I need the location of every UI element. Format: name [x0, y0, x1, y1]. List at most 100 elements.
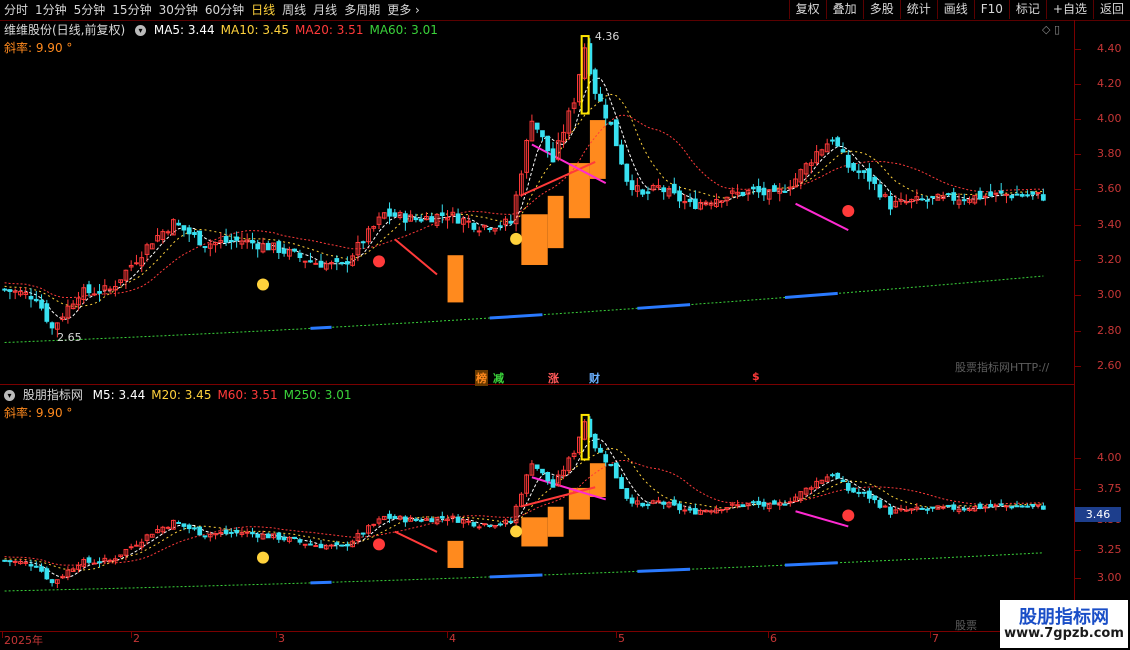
signal-icon	[842, 509, 855, 522]
ma60-highlight	[489, 573, 543, 579]
toolbar-button[interactable]: 复权	[788, 0, 826, 19]
candle-body	[466, 520, 471, 523]
candle-body	[297, 539, 303, 543]
candle-body	[603, 454, 609, 463]
candle-body	[403, 213, 408, 223]
candle-body	[998, 190, 1004, 194]
candle-body	[1030, 191, 1036, 195]
candle-body	[202, 246, 208, 249]
trend-segment	[795, 202, 849, 232]
candle-body	[508, 220, 514, 224]
period-tab[interactable]: 1分钟	[35, 2, 67, 18]
trend-segment	[795, 510, 849, 528]
candle-body	[176, 222, 181, 226]
candle-body	[360, 532, 366, 535]
toolbar-button[interactable]: 标记	[1008, 0, 1046, 19]
candle-body	[877, 499, 883, 508]
period-tab[interactable]: 日线	[251, 2, 275, 18]
candle-body	[629, 180, 635, 191]
candle-body	[329, 544, 334, 547]
candle-body	[1041, 194, 1046, 201]
trend-segment	[394, 238, 438, 276]
candle-body	[7, 289, 13, 292]
y-tick	[1075, 578, 1081, 579]
candle-body	[898, 508, 904, 511]
y-tick-label: 3.00	[1097, 288, 1122, 301]
period-tab[interactable]: 更多 ›	[387, 2, 420, 18]
toolbar-button[interactable]: 返回	[1092, 0, 1130, 19]
candle-body	[1035, 504, 1041, 507]
period-tab[interactable]: 分时	[4, 2, 28, 18]
support-bar	[589, 463, 606, 498]
candle-body	[165, 526, 171, 529]
candlestick-chart[interactable]: 4.36 2.65	[0, 20, 1074, 632]
signal-marker: $	[752, 370, 760, 383]
candle-body	[91, 562, 97, 565]
candle-body	[629, 497, 635, 504]
toolbar-button[interactable]: F10	[973, 0, 1009, 19]
candle-body	[281, 536, 287, 541]
candle-body	[888, 195, 893, 210]
y-tick	[1075, 550, 1081, 551]
candle-body	[33, 565, 39, 568]
candle-body	[223, 236, 229, 243]
period-tab[interactable]: 15分钟	[112, 2, 151, 18]
candle-body	[334, 258, 340, 263]
candle-body	[1030, 503, 1036, 507]
y-tick-label: 4.20	[1097, 77, 1122, 90]
signal-icon	[257, 551, 269, 564]
period-tabs: 分时 1分钟 5分钟 15分钟 30分钟 60分钟 日线 周线 月线 多周期 更多 ›	[4, 2, 427, 18]
signal-icon	[510, 525, 523, 538]
period-tab[interactable]: 月线	[313, 2, 337, 18]
x-tick-label: 2	[133, 632, 140, 645]
candle-body	[603, 104, 609, 119]
candle-body	[455, 213, 461, 224]
candle-body	[946, 193, 951, 196]
candle-body	[1019, 505, 1025, 508]
support-bar	[589, 120, 606, 179]
candle-body	[128, 546, 134, 549]
candle-body	[1009, 195, 1015, 199]
toolbar-button[interactable]: 多股	[862, 0, 900, 19]
candle-body	[387, 208, 392, 217]
toolbar-button[interactable]: +自选	[1045, 0, 1093, 19]
period-tab[interactable]: 周线	[282, 2, 306, 18]
toolbar-button[interactable]: 画线	[936, 0, 974, 19]
toolbar-button[interactable]: 统计	[899, 0, 937, 19]
candle-body	[403, 516, 408, 523]
candle-body	[508, 520, 514, 523]
candle-body	[861, 170, 867, 173]
candle-body	[7, 560, 13, 563]
y-tick-label: 3.20	[1097, 253, 1122, 266]
period-tab[interactable]: 60分钟	[205, 2, 244, 18]
candle-body	[961, 508, 967, 511]
candle-body	[840, 479, 846, 483]
action-buttons: 复权 叠加 多股 统计 画线 F10 标记 +自选 返回	[788, 0, 1130, 19]
candle-body	[265, 242, 271, 251]
toolbar-button[interactable]: 叠加	[825, 0, 863, 19]
candle-body	[44, 568, 50, 580]
candle-body	[134, 262, 139, 265]
candle-body	[466, 220, 471, 223]
candle-body	[181, 523, 187, 527]
y-tick-label: 3.60	[1097, 182, 1122, 195]
candle-body	[677, 503, 682, 511]
candle-body	[888, 506, 893, 515]
candle-body	[418, 218, 424, 222]
support-bar	[547, 506, 564, 537]
candle-body	[345, 261, 350, 265]
period-tab[interactable]: 30分钟	[159, 2, 198, 18]
ma60-line	[4, 275, 1044, 343]
candle-body	[619, 144, 624, 165]
candle-body	[107, 288, 113, 291]
candle-body	[661, 187, 667, 193]
candle-body	[487, 227, 493, 230]
candle-body	[455, 516, 461, 523]
period-tab[interactable]: 多周期	[344, 2, 380, 18]
candle-body	[497, 523, 503, 526]
x-tick	[768, 632, 769, 638]
candle-body	[1025, 194, 1030, 197]
period-tab[interactable]: 5分钟	[74, 2, 106, 18]
y-tick-label: 3.75	[1097, 482, 1122, 495]
candle-body	[297, 252, 303, 259]
